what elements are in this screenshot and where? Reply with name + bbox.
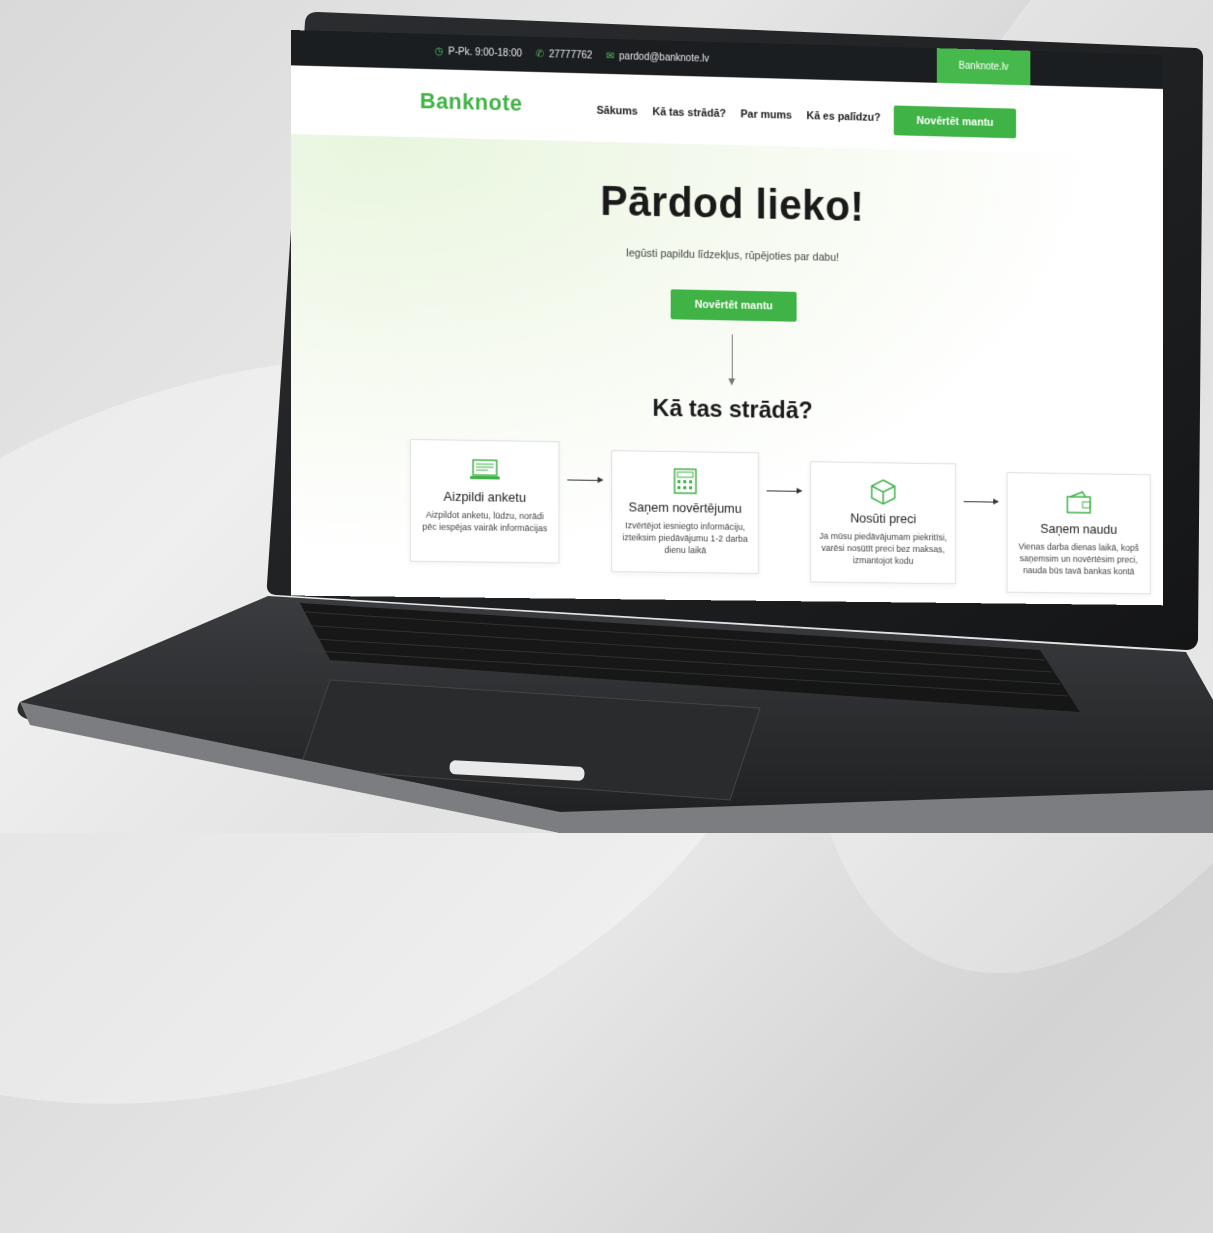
wallet-icon — [1063, 488, 1095, 518]
arrow-right-icon — [567, 479, 602, 481]
phone-icon: ✆ — [536, 49, 544, 60]
hours-text: P-Pk. 9:00-18:00 — [448, 46, 522, 59]
laptop-form-icon — [468, 455, 501, 486]
how-it-works-title: Kā tas strādā? — [291, 389, 1163, 432]
browser-screen: ◷ P-Pk. 9:00-18:00 ✆ 27777762 ✉ pardod@b… — [291, 30, 1163, 605]
nav-menu: Sākums Kā tas strādā? Par mums Kā es pal… — [597, 105, 881, 124]
step-card: Saņem naudu Vienas darba dienas laikā, k… — [1007, 472, 1151, 594]
hero-section: Pārdod lieko! Iegūsti papildu līdzekļus,… — [291, 134, 1163, 605]
evaluate-button-hero[interactable]: Novērtēt mantu — [671, 289, 797, 321]
mail-icon: ✉ — [606, 51, 614, 62]
email-item[interactable]: ✉ pardod@banknote.lv — [606, 51, 709, 65]
steps-row: Aizpildi anketu Aizpildot anketu, lūdzu,… — [410, 439, 1144, 579]
site-tab[interactable]: Banknote.lv — [937, 48, 1030, 85]
calculator-icon — [669, 466, 702, 496]
arrow-down-icon — [732, 334, 733, 379]
arrow-right-icon — [767, 490, 802, 491]
step-card: Nosūti preci Ja mūsu piedāvājumam piekri… — [810, 461, 956, 584]
step-description: Aizpildot anketu, lūdzu, norādi pēc iesp… — [411, 508, 559, 534]
package-icon — [867, 477, 900, 507]
step-card: Saņem novērtējumu Izvērtējot iesniegto i… — [611, 450, 759, 574]
nav-item-ka-tas-strada[interactable]: Kā tas strādā? — [652, 106, 726, 120]
hero-title: Pārdod lieko! — [291, 169, 1163, 237]
evaluate-button-nav[interactable]: Novērtēt mantu — [894, 105, 1016, 138]
phone-text[interactable]: 27777762 — [549, 49, 593, 61]
step-title: Nosūti preci — [811, 510, 955, 527]
hours-item: ◷ P-Pk. 9:00-18:00 — [435, 46, 522, 59]
arrow-right-icon — [964, 501, 998, 502]
step-description: Ja mūsu piedāvājumam piekritīsi, varēsi … — [811, 530, 955, 568]
nav-item-par-mums[interactable]: Par mums — [741, 108, 792, 121]
nav-item-sakums[interactable]: Sākums — [597, 105, 638, 118]
step-description: Vienas darba dienas laikā, kopš saņemsim… — [1007, 540, 1149, 577]
phone-item[interactable]: ✆ 27777762 — [536, 49, 593, 62]
clock-icon: ◷ — [435, 46, 444, 57]
step-title: Saņem naudu — [1007, 521, 1149, 538]
hero-subtitle: Iegūsti papildu līdzekļus, rūpējoties pa… — [291, 240, 1163, 271]
logo[interactable]: Banknote — [420, 88, 523, 117]
step-description: Izvērtējot iesniegto informāciju, izteik… — [612, 519, 758, 557]
step-title: Saņem novērtējumu — [612, 499, 758, 516]
step-title: Aizpildi anketu — [411, 488, 559, 505]
nav-item-ka-es-palidzu[interactable]: Kā es palīdzu? — [806, 110, 880, 124]
step-card: Aizpildi anketu Aizpildot anketu, lūdzu,… — [410, 439, 559, 564]
arrow-down-tip-icon: ▼ — [726, 374, 738, 388]
email-text[interactable]: pardod@banknote.lv — [619, 51, 709, 64]
